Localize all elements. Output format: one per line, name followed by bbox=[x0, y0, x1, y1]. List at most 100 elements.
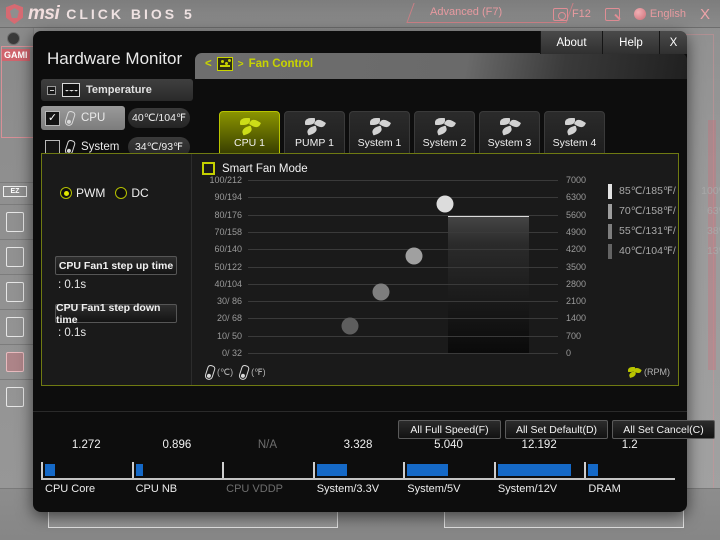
gridline bbox=[248, 335, 558, 337]
voltage-fill bbox=[588, 464, 598, 476]
smart-fan-mode-checkbox[interactable] bbox=[202, 162, 215, 175]
cpu-temp-checkbox[interactable]: ✓ bbox=[45, 110, 60, 126]
breadcrumb-bar: < > Fan Control bbox=[195, 53, 687, 79]
fan-curve-graph: Smart Fan Mode 100/212 7000 90/194 6300 80/1… bbox=[192, 154, 678, 385]
msi-logo: msi CLICK BIOS 5 bbox=[6, 3, 195, 25]
curve-point-handle-1[interactable] bbox=[341, 317, 359, 335]
system-temp-name: System bbox=[81, 141, 120, 153]
fan-curve-plot-area[interactable]: 100/212 7000 90/194 6300 80/176 5600 70/158 490… bbox=[209, 175, 586, 358]
voltage-value: 12.192 bbox=[521, 439, 557, 451]
sidebar-icon-boot[interactable] bbox=[6, 387, 24, 407]
fan-icon bbox=[239, 117, 261, 136]
fan-tab-label: PUMP 1 bbox=[295, 137, 334, 149]
search-icon[interactable] bbox=[604, 7, 620, 21]
voltage-value: 1.272 bbox=[71, 439, 101, 451]
fan-mode-controls: PWM DC CPU Fan1 step up time : 0.1s CPU … bbox=[42, 154, 192, 385]
curve-point-handle-4[interactable] bbox=[436, 195, 454, 213]
fan-mode-radio-group: PWM DC bbox=[60, 186, 149, 200]
collapse-icon[interactable] bbox=[47, 85, 56, 95]
bios-product-name: CLICK BIOS 5 bbox=[66, 6, 195, 22]
step-down-time-button[interactable]: CPU Fan1 step down time bbox=[55, 302, 177, 326]
gridline bbox=[248, 249, 558, 251]
setpoint-row[interactable]: 40℃/104℉/ 13% bbox=[608, 241, 720, 261]
breadcrumb-next-arrow[interactable]: > bbox=[238, 59, 244, 70]
y-axis-tick-right: 1400 bbox=[566, 313, 587, 324]
sidebar-icon-favorites[interactable] bbox=[6, 317, 24, 337]
rpm-label: (RPM) bbox=[644, 367, 670, 377]
dc-radio[interactable] bbox=[115, 187, 128, 199]
voltage-value: 0.896 bbox=[162, 439, 192, 451]
y-axis-tick-right: 3500 bbox=[566, 261, 587, 272]
voltage-value: 5.040 bbox=[434, 439, 463, 451]
y-axis-tick-left: 10/ 50 bbox=[216, 330, 242, 341]
close-icon[interactable]: X bbox=[700, 6, 710, 23]
clock-icon bbox=[7, 32, 20, 45]
breadcrumb-prev-arrow[interactable]: < bbox=[205, 58, 212, 70]
setpoint-temp: 55℃/131℉/ bbox=[619, 225, 676, 237]
sidebar-icon-hardware-monitor[interactable] bbox=[6, 352, 24, 372]
temperature-units: (℃) (℉) bbox=[200, 363, 266, 381]
smart-fan-mode-label: Smart Fan Mode bbox=[222, 162, 308, 175]
sidebar-icon-mflash[interactable] bbox=[6, 282, 24, 302]
gridline bbox=[248, 214, 558, 216]
fan-icon bbox=[499, 117, 521, 136]
curve-point-handle-2[interactable] bbox=[372, 283, 390, 301]
y-axis-tick-right: 2100 bbox=[566, 296, 587, 307]
voltage-value: 1.2 bbox=[621, 439, 638, 451]
about-button[interactable]: About bbox=[540, 31, 602, 54]
voltage-fill bbox=[407, 464, 448, 476]
screenshot-button[interactable]: F12 bbox=[552, 7, 591, 21]
celsius-label: (℃) bbox=[217, 366, 234, 377]
temperature-row-cpu[interactable]: ✓ CPU 40℃/104℉ bbox=[41, 106, 193, 130]
fan-tab-label: CPU 1 bbox=[234, 137, 265, 149]
voltage-fill bbox=[497, 464, 571, 476]
sidebar-divider bbox=[0, 274, 34, 275]
sidebar-icon-overclock[interactable] bbox=[6, 247, 24, 267]
advanced-mode-label[interactable]: Advanced (F7) bbox=[430, 6, 502, 18]
graph-axis-footer: (℃) (℉) (RPM) bbox=[200, 363, 670, 381]
fan-tab-label: System 2 bbox=[422, 137, 467, 149]
hardware-monitor-dialog: < > Fan Control Hardware Monitor About H… bbox=[33, 31, 720, 512]
y-axis-tick-left: 20/ 68 bbox=[216, 313, 242, 324]
screenshot-key-label: F12 bbox=[571, 8, 591, 20]
msi-dragon-icon bbox=[6, 4, 23, 24]
curve-point-handle-3[interactable] bbox=[405, 247, 423, 265]
voltage-label: System/5V bbox=[407, 483, 461, 495]
step-up-time-button[interactable]: CPU Fan1 step up time bbox=[55, 256, 177, 275]
fan-tab-label: System 3 bbox=[487, 137, 532, 149]
voltage-fill bbox=[45, 464, 56, 476]
setpoint-row[interactable]: 70℃/158℉/ 63% bbox=[608, 201, 720, 221]
smart-fan-mode-row[interactable]: Smart Fan Mode bbox=[202, 162, 308, 175]
language-selector[interactable]: English bbox=[633, 8, 686, 20]
fan-tab-label: System 1 bbox=[357, 137, 402, 149]
temperature-section-label: Temperature bbox=[86, 84, 152, 96]
y-axis-tick-left: 90/194 bbox=[214, 192, 242, 203]
help-button[interactable]: Help bbox=[602, 31, 659, 54]
y-axis-tick-right: 2800 bbox=[566, 278, 587, 289]
y-axis-tick-left: 80/176 bbox=[214, 209, 242, 220]
setpoint-row[interactable]: 55℃/131℉/ 38% bbox=[608, 221, 720, 241]
y-axis-tick-right: 700 bbox=[566, 330, 582, 341]
gridline bbox=[248, 231, 558, 233]
voltage-value: 3.328 bbox=[343, 439, 373, 451]
cpu-temp-name: CPU bbox=[81, 112, 106, 124]
setpoint-marker bbox=[608, 243, 612, 259]
y-axis-tick-right: 7000 bbox=[566, 175, 587, 185]
pwm-radio[interactable] bbox=[60, 187, 72, 199]
bios-ez-mode-button[interactable]: EZ bbox=[3, 186, 27, 197]
gridline bbox=[248, 266, 558, 268]
temperature-row-cpu-label-area[interactable]: ✓ CPU bbox=[41, 106, 125, 130]
setpoint-row[interactable]: 85℃/185℉/ 100% bbox=[608, 181, 720, 201]
y-axis-tick-left: 100/212 bbox=[209, 175, 242, 185]
y-axis-tick-right: 6300 bbox=[566, 192, 587, 203]
temperature-section-header[interactable]: Temperature bbox=[41, 79, 193, 101]
voltage-fill bbox=[316, 464, 348, 476]
globe-icon bbox=[633, 8, 646, 20]
sidebar-divider bbox=[0, 309, 34, 310]
voltage-track bbox=[584, 462, 675, 478]
thermometer-icon bbox=[63, 109, 77, 127]
sidebar-icon-settings[interactable] bbox=[6, 212, 24, 232]
close-button[interactable]: X bbox=[659, 31, 687, 54]
sidebar-divider bbox=[0, 344, 34, 345]
setpoint-temp: 85℃/185℉/ bbox=[619, 185, 676, 197]
